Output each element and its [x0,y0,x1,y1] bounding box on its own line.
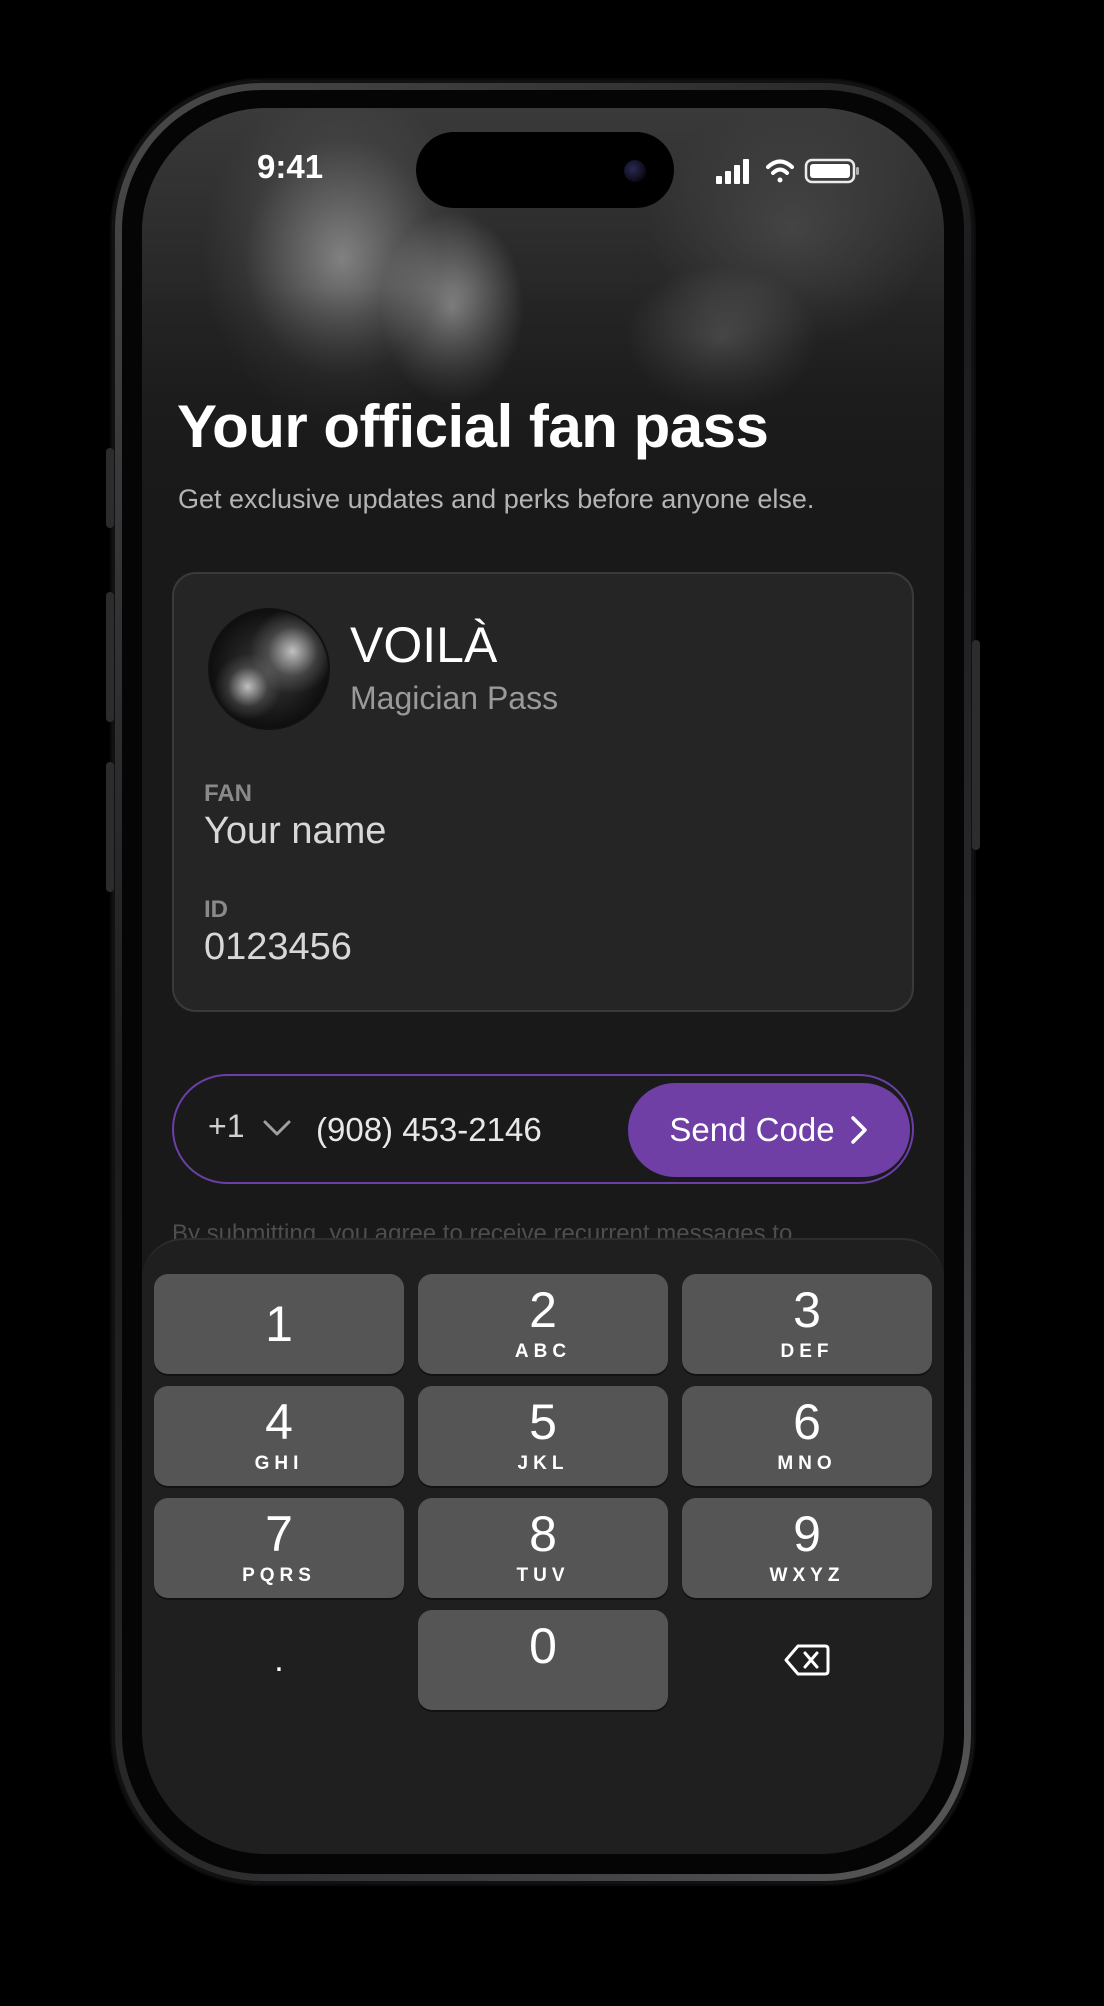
home-indicator [400,1816,686,1826]
key-letters: PQRS [242,1565,316,1586]
volume-up-button [106,592,114,722]
key-letters: TUV [516,1565,570,1586]
key-digit: 6 [793,1394,821,1450]
key-digit: 4 [265,1394,293,1450]
chevron-down-icon[interactable] [262,1116,292,1140]
key-letters: DEF [780,1341,834,1362]
battery-icon [804,158,859,184]
phone-screen: 9:41 Your official fan pass Get exclusiv… [142,108,944,1854]
power-button [972,640,980,850]
id-label: ID [204,896,228,923]
phone-number-input[interactable] [316,1108,616,1152]
camera-icon [624,160,646,182]
key-digit: 5 [529,1394,557,1450]
key-digit: 9 [793,1506,821,1562]
send-code-label: Send Code [669,1111,835,1148]
id-value: 0123456 [204,926,352,968]
fan-label: FAN [204,780,252,807]
key-digit: 8 [529,1506,557,1562]
wifi-icon [766,159,794,183]
key-3[interactable]: 3 DEF [682,1274,932,1374]
key-letters: GHI [254,1453,304,1474]
numeric-keypad: 1 2 ABC 3 DEF 4 GHI 5 JKL 6 MNO 7 PQRS 8… [142,1238,944,1854]
status-icons [716,158,859,184]
action-button [106,448,114,528]
key-7[interactable]: 7 PQRS [154,1498,404,1598]
page-title: Your official fan pass [177,393,769,460]
country-code-selector[interactable]: +1 [208,1108,258,1152]
key-digit: 0 [529,1618,557,1674]
phone-input-group: +1 Send Code [172,1074,914,1184]
key-8[interactable]: 8 TUV [418,1498,668,1598]
key-digit: 1 [265,1296,293,1352]
key-1[interactable]: 1 [154,1274,404,1374]
page-subtitle: Get exclusive updates and perks before a… [178,484,815,514]
key-letters: WXYZ [769,1565,845,1586]
volume-down-button [106,762,114,892]
key-letters: ABC [514,1341,572,1362]
key-letters: MNO [777,1453,837,1474]
signal-icon [716,159,749,184]
key-9[interactable]: 9 WXYZ [682,1498,932,1598]
fan-value: Your name [204,810,387,852]
pass-type: Magician Pass [350,680,559,716]
key-6[interactable]: 6 MNO [682,1386,932,1486]
key-digit: 7 [265,1506,293,1562]
key-decimal-label: . [274,1640,284,1679]
key-digit: 2 [529,1282,557,1338]
key-decimal[interactable]: . [154,1610,404,1710]
key-2[interactable]: 2 ABC [418,1274,668,1374]
backspace-icon [784,1644,830,1676]
chevron-right-icon [850,1116,867,1144]
status-time: 9:41 [257,148,324,185]
key-digit: 3 [793,1282,821,1338]
avatar [208,608,330,730]
key-4[interactable]: 4 GHI [154,1386,404,1486]
pass-name: VOILÀ [350,617,498,673]
key-5[interactable]: 5 JKL [418,1386,668,1486]
send-code-button[interactable]: Send Code [628,1083,910,1177]
fan-pass-card: VOILÀ Magician Pass FAN Your name ID 012… [172,572,914,1012]
delete-key[interactable] [682,1610,932,1710]
key-0[interactable]: 0 [418,1610,668,1710]
key-letters: JKL [517,1453,569,1474]
